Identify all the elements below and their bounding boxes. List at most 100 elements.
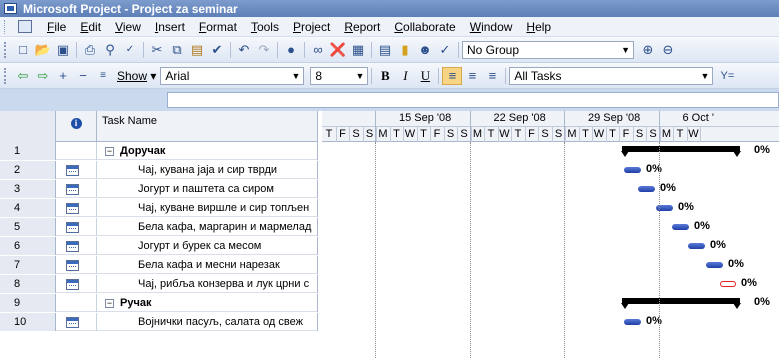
print-icon[interactable]: ⎙ [80, 41, 100, 59]
row-id[interactable]: 3 [0, 180, 56, 198]
row-id[interactable]: 4 [0, 199, 56, 217]
show-subtasks-icon[interactable]: + [53, 67, 73, 85]
task-bar[interactable] [706, 262, 723, 268]
redo-icon[interactable]: ↷ [254, 41, 274, 59]
save-icon[interactable]: ▣ [53, 41, 73, 59]
select-all-cell[interactable] [0, 111, 56, 142]
spelling-icon[interactable]: ✓ [120, 41, 140, 59]
task-name[interactable]: Чај, куване виршле и сир топљен [97, 199, 318, 217]
cut-icon[interactable]: ✂ [147, 41, 167, 59]
underline-button[interactable]: U [415, 67, 435, 85]
resource-icon[interactable]: ☻ [415, 41, 435, 59]
group-select[interactable]: No Group ▼ [462, 40, 634, 59]
task-name-text: Чај, рибља конзерва и лук црни с [138, 278, 310, 290]
task-name[interactable]: Бела кафа и месни нарезак [97, 256, 318, 274]
task-name[interactable]: Јогурт и бурек са месом [97, 237, 318, 255]
zoom-out-icon[interactable]: ⊖ [658, 41, 678, 59]
task-name[interactable]: Бела кафа, маргарин и мармелад [97, 218, 318, 236]
align-right-icon[interactable]: ≡ [482, 67, 502, 85]
indent-icon[interactable]: ⇨ [33, 67, 53, 85]
menu-edit[interactable]: Edit [73, 20, 108, 34]
italic-button[interactable]: I [395, 67, 415, 85]
row-id[interactable]: 6 [0, 237, 56, 255]
task-bar[interactable] [624, 167, 641, 173]
assign-resources-icon[interactable]: ● [281, 41, 301, 59]
publish-icon[interactable]: ✓ [435, 41, 455, 59]
new-icon[interactable]: □ [13, 41, 33, 59]
filter-select[interactable]: All Tasks ▼ [509, 66, 714, 85]
summary-task-name[interactable]: − Ручак [97, 294, 318, 312]
link-tasks-icon[interactable]: ∞ [308, 41, 328, 59]
menu-tools[interactable]: Tools [244, 20, 286, 34]
row-id[interactable]: 1 [0, 142, 56, 160]
table-row[interactable]: 5 Бела кафа, маргарин и мармелад [0, 218, 318, 236]
menu-window[interactable]: Window [463, 20, 520, 34]
show-levels-icon[interactable]: ≡ [93, 67, 113, 85]
table-row[interactable]: 7 Бела кафа и месни нарезак [0, 256, 318, 274]
task-name[interactable]: Чај, рибља конзерва и лук црни с [97, 275, 318, 293]
task-bar[interactable] [624, 319, 641, 325]
unlink-tasks-icon[interactable]: ❌ [328, 41, 348, 59]
split-task-icon[interactable]: ▦ [348, 41, 368, 59]
table-row[interactable]: 6 Јогурт и бурек са месом [0, 237, 318, 255]
menu-grip[interactable] [4, 19, 14, 34]
row-id[interactable]: 9 [0, 294, 56, 312]
task-name[interactable]: Чај, кувана јаја и сир тврди [97, 161, 318, 179]
row-id[interactable]: 2 [0, 161, 56, 179]
table-row[interactable]: 4 Чај, куване виршле и сир топљен [0, 199, 318, 217]
task-bar[interactable] [638, 186, 655, 192]
toolbar-grip[interactable] [4, 41, 7, 58]
table-row[interactable]: 1 − Доручак [0, 142, 318, 160]
task-info-icon[interactable]: ▤ [375, 41, 395, 59]
menu-report[interactable]: Report [337, 20, 387, 34]
menu-project[interactable]: Project [286, 20, 337, 34]
show-menu[interactable]: Show ▾ [113, 69, 160, 83]
bold-button[interactable]: B [375, 67, 395, 85]
zoom-in-icon[interactable]: ⊕ [638, 41, 658, 59]
menu-format[interactable]: Format [192, 20, 244, 34]
collapse-toggle-icon[interactable]: − [105, 146, 114, 156]
undo-icon[interactable]: ↶ [234, 41, 254, 59]
toolbar-grip[interactable] [4, 67, 7, 84]
task-name[interactable]: Војнички пасуљ, салата од свеж [97, 313, 318, 331]
table-row[interactable]: 2 Чај, кувана јаја и сир тврди [0, 161, 318, 179]
indicators-header[interactable]: i [56, 111, 97, 142]
task-name[interactable]: Јогурт и паштета са сиром [97, 180, 318, 198]
align-center-icon[interactable]: ≡ [462, 67, 482, 85]
menu-file[interactable]: File [40, 20, 73, 34]
print-preview-icon[interactable]: ⚲ [100, 41, 120, 59]
paste-icon[interactable]: ▤ [187, 41, 207, 59]
table-row[interactable]: 9 − Ручак [0, 294, 318, 312]
task-bar[interactable] [688, 243, 705, 249]
menu-help[interactable]: Help [519, 20, 558, 34]
menu-collaborate[interactable]: Collaborate [387, 20, 462, 34]
copy-icon[interactable]: ⧉ [167, 41, 187, 59]
row-id[interactable]: 5 [0, 218, 56, 236]
task-name-header[interactable]: Task Name [97, 111, 318, 142]
open-icon[interactable]: 📂 [33, 41, 53, 59]
summary-bar[interactable] [621, 298, 741, 309]
row-id[interactable]: 7 [0, 256, 56, 274]
entry-field[interactable] [167, 92, 779, 108]
critical-task-bar[interactable] [720, 281, 736, 287]
document-icon[interactable] [18, 20, 32, 33]
table-row[interactable]: 3 Јогурт и паштета са сиром [0, 180, 318, 198]
align-left-icon[interactable]: ≡ [442, 66, 463, 85]
row-id[interactable]: 10 [0, 313, 56, 331]
summary-task-name[interactable]: − Доручак [97, 142, 318, 160]
font-select[interactable]: Arial ▼ [160, 66, 305, 85]
table-row[interactable]: 8 Чај, рибља конзерва и лук црни с [0, 275, 318, 293]
summary-bar[interactable] [621, 146, 741, 157]
table-row[interactable]: 10 Војнички пасуљ, салата од свеж [0, 313, 318, 331]
collapse-toggle-icon[interactable]: − [105, 298, 114, 308]
font-size-select[interactable]: 8 ▼ [310, 66, 369, 85]
format-painter-icon[interactable]: ✔ [207, 41, 227, 59]
notes-icon[interactable]: ▮ [395, 41, 415, 59]
menu-insert[interactable]: Insert [148, 20, 192, 34]
row-id[interactable]: 8 [0, 275, 56, 293]
menu-view[interactable]: View [108, 20, 148, 34]
hide-subtasks-icon[interactable]: − [73, 67, 93, 85]
task-bar[interactable] [672, 224, 689, 230]
outdent-icon[interactable]: ⇦ [13, 67, 33, 85]
autofilter-icon[interactable]: Y= [717, 67, 737, 85]
